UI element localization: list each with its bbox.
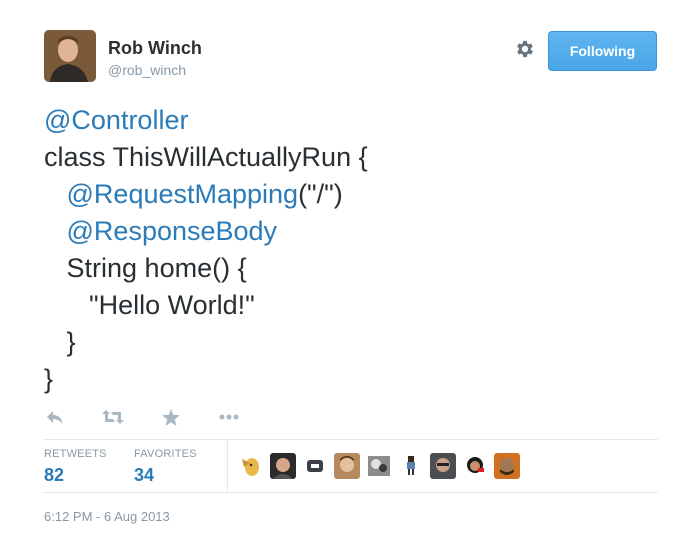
favorites-count: 34 xyxy=(134,465,155,485)
avatar[interactable] xyxy=(44,30,96,82)
favorites-label: FAVORITES xyxy=(134,448,197,460)
mention-link[interactable]: @ResponseBody xyxy=(67,216,278,246)
user-name[interactable]: Rob Winch xyxy=(108,38,202,59)
line-text: ("/") xyxy=(298,179,343,209)
tweet-timestamp[interactable]: 6:12 PM - 6 Aug 2013 xyxy=(44,509,170,524)
user-handle[interactable]: @rob_winch xyxy=(108,62,186,78)
tweet-line: String home() { xyxy=(44,250,368,287)
tweet-line: @Controller xyxy=(44,102,368,139)
stats-bottom-divider xyxy=(44,492,658,493)
gear-icon[interactable] xyxy=(514,38,536,60)
tweet-line: @RequestMapping("/") xyxy=(44,176,368,213)
stats-separator xyxy=(227,440,228,492)
favoriter-avatar[interactable] xyxy=(462,453,488,479)
tweet-line: } xyxy=(44,361,368,398)
mention-link[interactable]: @Controller xyxy=(44,105,188,135)
mention-link[interactable]: @RequestMapping xyxy=(67,179,299,209)
favorite-icon[interactable] xyxy=(160,406,182,428)
favoriter-avatar[interactable] xyxy=(494,453,520,479)
tweet-line: "Hello World!" xyxy=(44,287,368,324)
favoriter-avatar[interactable] xyxy=(238,453,264,479)
retweets-stat[interactable]: RETWEETS 82 xyxy=(44,448,107,486)
following-button[interactable]: Following xyxy=(548,31,657,71)
line-text: } xyxy=(66,327,76,357)
line-text: "Hello World!" xyxy=(89,290,255,320)
favoriter-avatar[interactable] xyxy=(270,453,296,479)
retweet-icon[interactable] xyxy=(102,406,124,428)
tweet-line: class ThisWillActuallyRun { xyxy=(44,139,368,176)
tweet-line: @ResponseBody xyxy=(44,213,368,250)
favoriter-avatar[interactable] xyxy=(334,453,360,479)
retweets-label: RETWEETS xyxy=(44,448,107,460)
tweet-stats: RETWEETS 82 FAVORITES 34 xyxy=(44,440,658,492)
tweet-actions xyxy=(44,406,276,428)
tweet-text: @Controller class ThisWillActuallyRun { @… xyxy=(44,102,368,398)
favoriter-avatar[interactable] xyxy=(398,453,424,479)
favoriter-avatar[interactable] xyxy=(366,453,392,479)
retweets-count: 82 xyxy=(44,465,65,485)
tweet-line: } xyxy=(44,324,368,361)
line-text: } xyxy=(44,364,54,394)
favoriter-avatar[interactable] xyxy=(430,453,456,479)
favoriter-avatars xyxy=(238,453,526,479)
favorites-stat[interactable]: FAVORITES 34 xyxy=(134,448,197,486)
line-text: class ThisWillActuallyRun { xyxy=(44,142,368,172)
line-text: String home() { xyxy=(66,253,247,283)
more-icon[interactable] xyxy=(218,406,240,428)
reply-icon[interactable] xyxy=(44,406,66,428)
favoriter-avatar[interactable] xyxy=(302,453,328,479)
